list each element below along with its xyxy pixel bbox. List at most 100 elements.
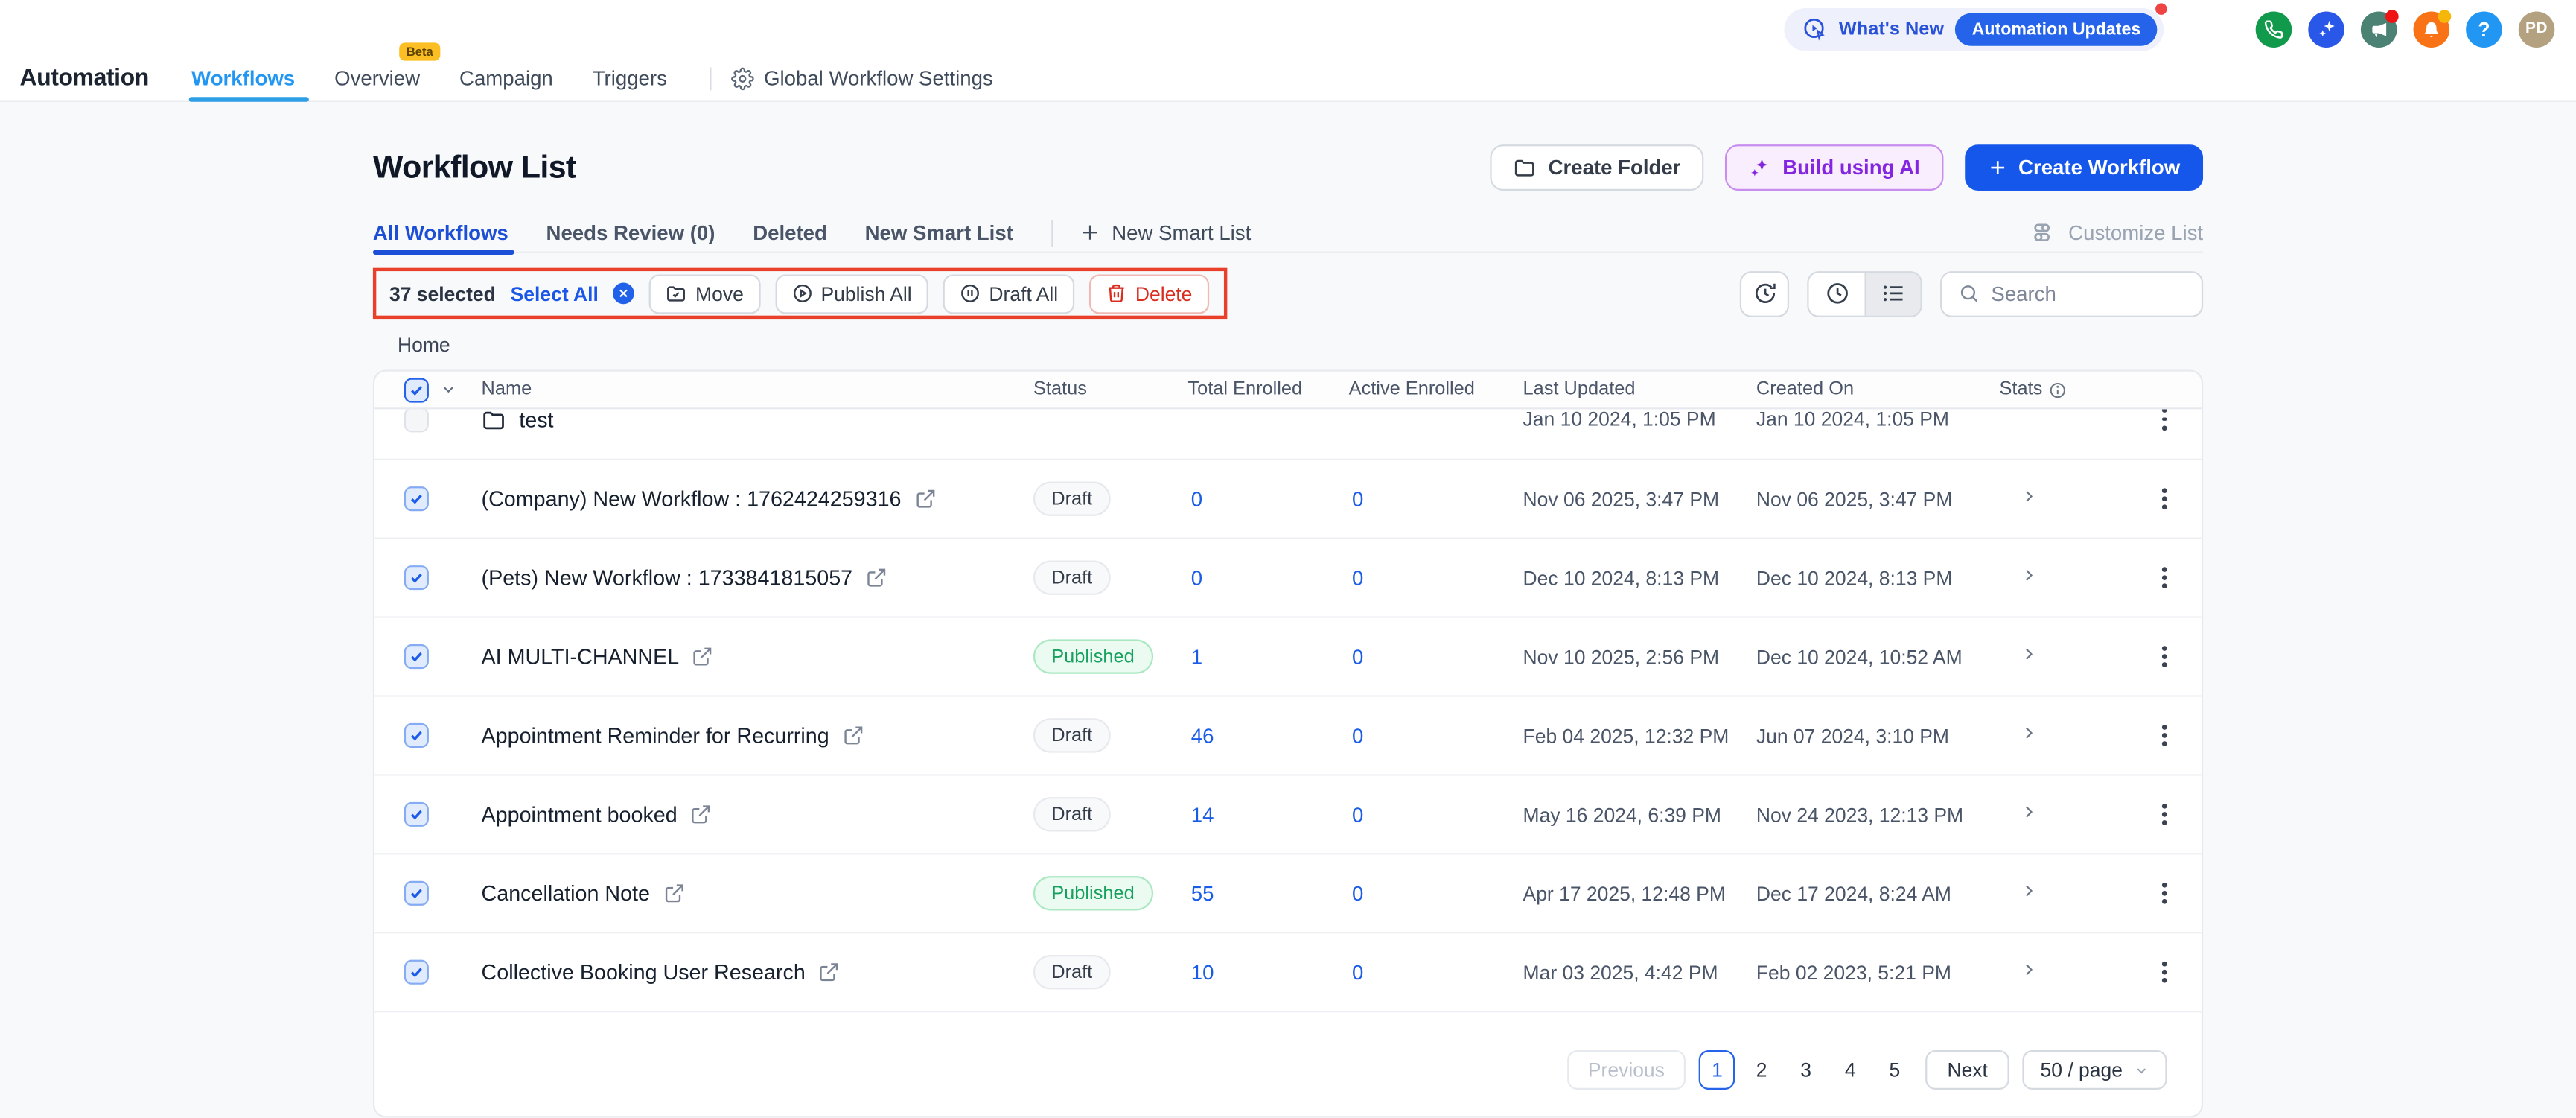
total-enrolled-link[interactable]: [1187, 409, 1190, 431]
table-row[interactable]: Collective Booking User Research Draft 1…: [374, 933, 2202, 1013]
table-row[interactable]: (Pets) New Workflow : 1733841815057 Draf…: [374, 539, 2202, 618]
external-link-icon[interactable]: [690, 804, 712, 825]
select-all-checkbox[interactable]: [404, 377, 429, 402]
notifications-button[interactable]: [2413, 9, 2452, 47]
row-checkbox[interactable]: [404, 880, 429, 906]
nav-item-overview[interactable]: Overview Beta: [334, 42, 440, 101]
workflow-name[interactable]: AI MULTI-CHANNEL: [482, 644, 680, 669]
total-enrolled-link[interactable]: 1: [1187, 645, 1202, 668]
select-all-link[interactable]: Select All: [511, 282, 599, 305]
move-button[interactable]: Move: [649, 273, 760, 314]
total-enrolled-link[interactable]: 0: [1187, 566, 1202, 589]
publish-all-button[interactable]: Publish All: [774, 273, 928, 314]
new-smart-list-action[interactable]: New Smart List: [1079, 221, 1251, 244]
announcements-button[interactable]: [2360, 9, 2399, 47]
stats-expand-icon[interactable]: [2019, 722, 2038, 742]
total-enrolled-link[interactable]: 10: [1187, 961, 1214, 984]
search-field[interactable]: [1940, 270, 2204, 317]
active-enrolled-link[interactable]: 0: [1349, 882, 1363, 905]
external-link-icon[interactable]: [818, 962, 840, 983]
workflow-name[interactable]: (Pets) New Workflow : 1733841815057: [482, 565, 853, 590]
workflow-name[interactable]: Cancellation Note: [482, 881, 650, 906]
help-button[interactable]: ?: [2466, 10, 2502, 47]
workflow-name[interactable]: test: [519, 409, 553, 431]
row-menu-icon[interactable]: [2155, 876, 2173, 911]
nav-item-workflows[interactable]: Workflows: [188, 57, 308, 101]
phone-button[interactable]: [2255, 10, 2292, 47]
row-menu-icon[interactable]: [2155, 409, 2173, 436]
table-row[interactable]: Cancellation Note Published 55 0 Apr 17 …: [374, 854, 2202, 934]
stats-expand-icon[interactable]: [2019, 486, 2038, 505]
draft-all-button[interactable]: Draft All: [943, 273, 1075, 314]
row-checkbox[interactable]: [404, 409, 429, 432]
row-menu-icon[interactable]: [2155, 639, 2173, 674]
table-row[interactable]: Appointment Reminder for Recurring Draft…: [374, 696, 2202, 776]
nav-item-campaign[interactable]: Campaign: [459, 57, 553, 101]
column-header-last-updated[interactable]: Last Updated: [1523, 380, 1756, 399]
row-menu-icon[interactable]: [2155, 481, 2173, 516]
stats-expand-icon[interactable]: [2019, 880, 2038, 900]
table-row[interactable]: Appointment booked Draft 14 0 May 16 202…: [374, 775, 2202, 855]
total-enrolled-link[interactable]: 55: [1187, 882, 1214, 905]
external-link-icon[interactable]: [866, 567, 887, 588]
column-header-total-enrolled[interactable]: Total Enrolled: [1187, 380, 1348, 399]
column-header-created-on[interactable]: Created On: [1756, 380, 2000, 399]
page-size-select[interactable]: 50 / page: [2022, 1050, 2167, 1090]
stats-expand-icon[interactable]: [2019, 801, 2038, 821]
clear-selection-icon[interactable]: [613, 282, 635, 305]
column-header-active-enrolled[interactable]: Active Enrolled: [1349, 380, 1523, 399]
table-row[interactable]: (Company) New Workflow : 1762424259316 D…: [374, 460, 2202, 539]
user-avatar[interactable]: PD: [2518, 10, 2555, 47]
page-number-2[interactable]: 2: [1744, 1050, 1780, 1090]
page-number-3[interactable]: 3: [1788, 1050, 1824, 1090]
stats-expand-icon[interactable]: [2019, 959, 2038, 979]
page-number-4[interactable]: 4: [1832, 1050, 1869, 1090]
page-number-1[interactable]: 1: [1699, 1050, 1735, 1090]
active-enrolled-link[interactable]: 0: [1349, 961, 1363, 984]
search-input[interactable]: [1991, 282, 2185, 305]
page-number-5[interactable]: 5: [1877, 1050, 1913, 1090]
row-checkbox[interactable]: [404, 486, 429, 512]
total-enrolled-link[interactable]: 46: [1187, 724, 1214, 747]
create-folder-button[interactable]: Create Folder: [1491, 144, 1704, 191]
row-menu-icon[interactable]: [2155, 955, 2173, 990]
active-enrolled-link[interactable]: 0: [1349, 487, 1363, 510]
workflow-name[interactable]: Appointment booked: [482, 802, 678, 827]
row-menu-icon[interactable]: [2155, 797, 2173, 832]
column-header-status[interactable]: Status: [1033, 380, 1187, 399]
create-workflow-button[interactable]: Create Workflow: [1964, 144, 2204, 191]
active-enrolled-link[interactable]: 0: [1349, 566, 1363, 589]
tab-new-smart-list[interactable]: New Smart List: [865, 213, 1013, 252]
global-workflow-settings-link[interactable]: Global Workflow Settings: [731, 67, 993, 90]
tab-deleted[interactable]: Deleted: [753, 213, 827, 252]
whats-new-pill[interactable]: What's New Automation Updates: [1784, 2, 2167, 51]
row-menu-icon[interactable]: [2155, 718, 2173, 753]
stats-expand-icon[interactable]: [2019, 565, 2038, 584]
automation-updates-badge[interactable]: Automation Updates: [1955, 12, 2158, 45]
active-enrolled-link[interactable]: 0: [1349, 724, 1363, 747]
total-enrolled-link[interactable]: 0: [1187, 487, 1202, 510]
column-header-name[interactable]: Name: [482, 380, 1033, 399]
workflow-name[interactable]: Appointment Reminder for Recurring: [482, 723, 829, 748]
row-checkbox[interactable]: [404, 565, 429, 591]
row-menu-icon[interactable]: [2155, 560, 2173, 595]
history-button[interactable]: [1739, 270, 1790, 317]
external-link-icon[interactable]: [914, 488, 936, 509]
ai-assistant-button[interactable]: [2308, 10, 2344, 47]
total-enrolled-link[interactable]: 14: [1187, 803, 1214, 826]
table-row[interactable]: test Jan 10 2024, 1:05 PM Jan 10 2024, 1…: [374, 409, 2202, 460]
build-using-ai-button[interactable]: Build using AI: [1725, 144, 1943, 191]
selection-menu-chevron-icon[interactable]: [440, 381, 456, 398]
workflow-name[interactable]: (Company) New Workflow : 1762424259316: [482, 486, 902, 511]
previous-page-button[interactable]: Previous: [1566, 1050, 1686, 1090]
row-checkbox[interactable]: [404, 801, 429, 827]
customize-list-button[interactable]: Customize List: [2033, 220, 2203, 245]
external-link-icon[interactable]: [842, 725, 864, 746]
tab-needs-review[interactable]: Needs Review (0): [546, 213, 715, 252]
external-link-icon[interactable]: [663, 883, 685, 904]
active-enrolled-link[interactable]: [1349, 409, 1352, 431]
nav-item-triggers[interactable]: Triggers: [593, 57, 667, 101]
row-checkbox[interactable]: [404, 722, 429, 749]
table-row[interactable]: AI MULTI-CHANNEL Published 1 0 Nov 10 20…: [374, 617, 2202, 697]
list-view-toggle[interactable]: [1864, 272, 1921, 315]
